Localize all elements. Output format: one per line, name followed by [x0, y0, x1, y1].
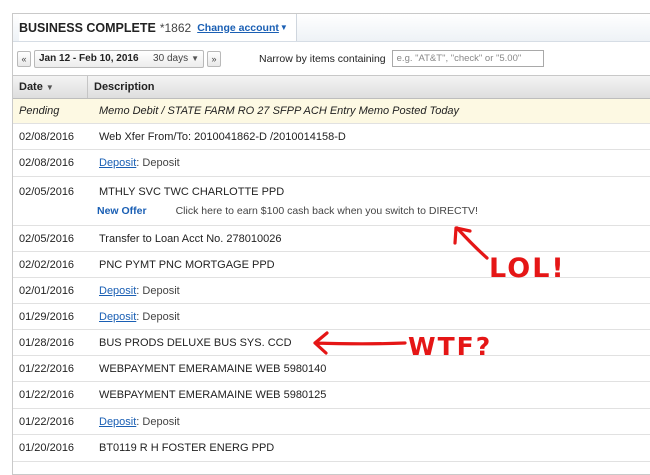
lol-annotation: LOL! [489, 253, 566, 284]
wtf-annotation: WTF? [408, 332, 493, 361]
arrow-up-left-icon [453, 226, 489, 260]
annotation-layer [313, 226, 489, 355]
arrow-left-icon [313, 331, 407, 355]
